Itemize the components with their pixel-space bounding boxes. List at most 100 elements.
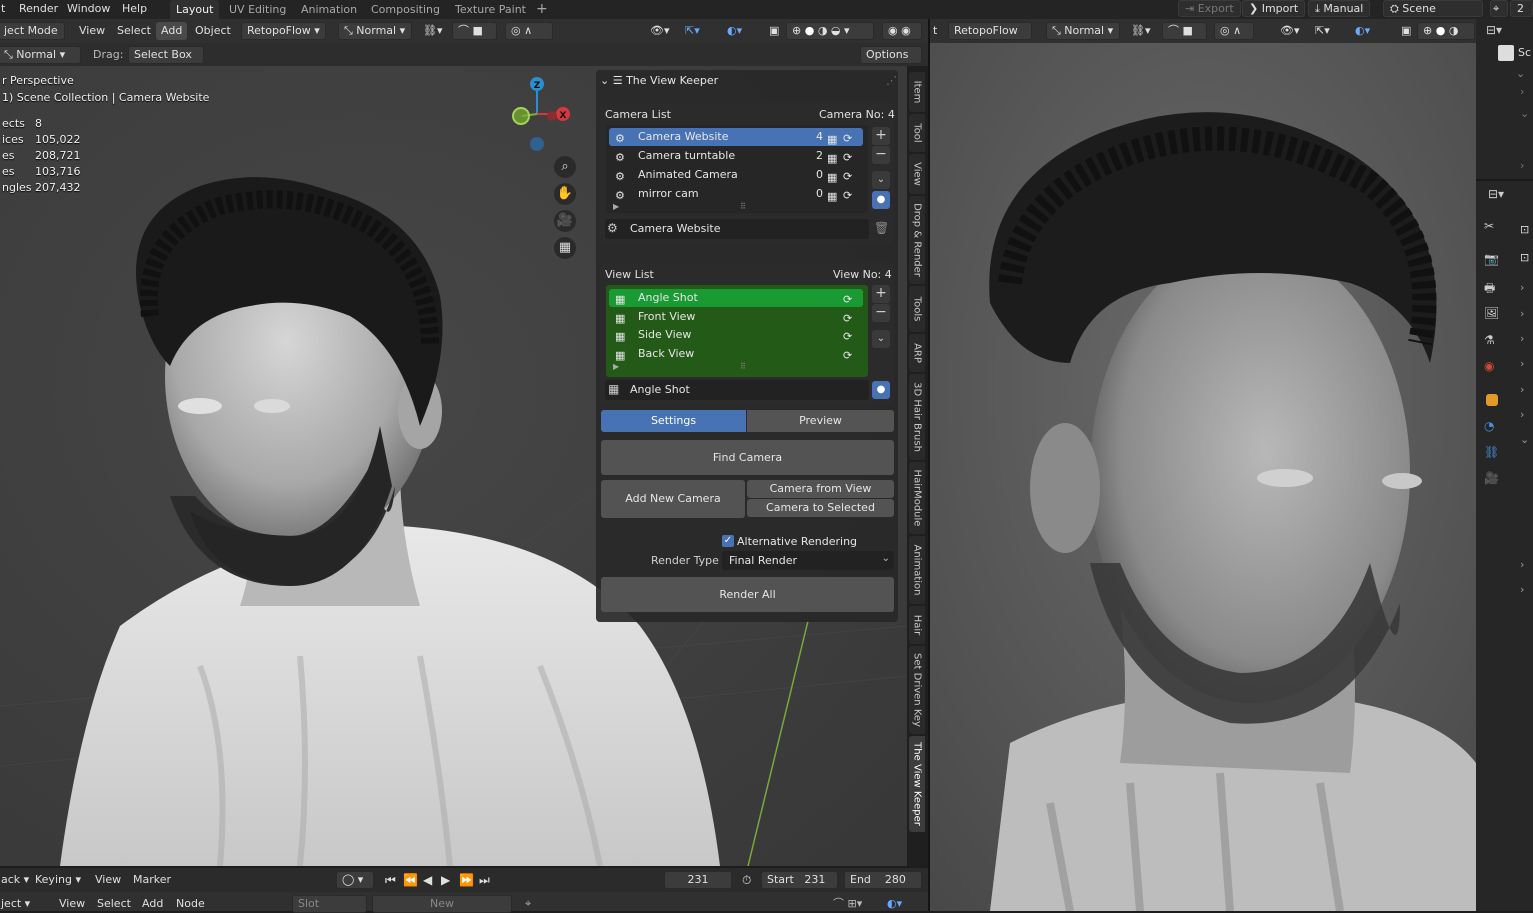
list-item[interactable]: ⚙ Camera Website 4 ▦ ⟳ <box>609 128 863 146</box>
menu-render[interactable]: Render <box>19 0 58 19</box>
mode-selector[interactable]: ject Mode ▾ <box>0 22 65 53</box>
camera-from-view-button[interactable]: Camera from View <box>747 480 894 498</box>
pin-icon[interactable]: ⌖ <box>1490 0 1508 17</box>
menu-item-partial[interactable]: t <box>1 0 5 19</box>
panel-toggle-icon[interactable]: ⊡ <box>1520 251 1529 264</box>
physics-properties-icon[interactable]: ◔ <box>1484 419 1500 435</box>
scroll-chevron-icon[interactable]: › <box>1520 159 1524 172</box>
xray-icon[interactable]: ▣ <box>764 22 784 40</box>
list-expand-arrow-icon[interactable]: ▶ <box>613 362 619 371</box>
camera-active-toggle[interactable]: ● <box>872 191 890 209</box>
remove-view-minus-button[interactable]: − <box>872 304 890 322</box>
play-icon[interactable]: ▶ <box>436 871 455 889</box>
shading-modes[interactable]: ⊕ ● ◑ ◒ ▾ <box>786 22 874 40</box>
overlay-node-icon[interactable]: ◐▾ <box>882 895 907 913</box>
right-visibility-icon[interactable]: 👁▾ <box>1275 22 1305 40</box>
view-active-toggle[interactable]: ● <box>872 381 890 399</box>
tab-hair[interactable]: Hair <box>909 606 925 644</box>
tab-arp[interactable]: ARP <box>909 334 925 372</box>
keying-menu[interactable]: Keying ▾ <box>30 871 86 889</box>
right-retopoflow-menu[interactable]: RetopoFlow ▾ <box>948 22 1032 53</box>
node-view-menu[interactable]: View <box>54 895 90 913</box>
right-snap-icon[interactable]: ⌒ ■ ▾ <box>1162 22 1207 53</box>
perspective-grid-icon[interactable]: ▦ <box>554 237 576 259</box>
export-button[interactable]: ⇥ Export <box>1178 0 1241 17</box>
scene-properties-icon[interactable]: ⚗ <box>1484 333 1500 349</box>
right-proportional-icon[interactable]: ◎ ∧ <box>1214 22 1254 40</box>
new-material-button[interactable]: New <box>372 895 512 913</box>
tab-tool[interactable]: Tool <box>909 114 925 152</box>
jump-end-icon[interactable]: ⏭ <box>474 871 495 889</box>
panel-chevron-icon[interactable]: › <box>1520 307 1524 320</box>
play-reverse-icon[interactable]: ◀ <box>418 871 437 889</box>
camera-view-icon[interactable]: 🎥 <box>554 210 576 232</box>
tab-texture-paint[interactable]: Texture Paint <box>449 0 532 19</box>
trash-icon[interactable]: 🗑 <box>874 221 889 235</box>
right-orientation-selector[interactable]: ⤡ Normal ▾ <box>1046 22 1120 40</box>
list-resize-handle[interactable]: ⠿ <box>740 202 746 211</box>
list-item[interactable]: ▦ Back View ⟳ <box>609 345 863 363</box>
editor-type-icon[interactable]: ⊟▾ <box>1486 23 1516 39</box>
tab-drop-render[interactable]: Drop & Render <box>909 196 925 284</box>
panel-toggle-icon[interactable]: ⊡ <box>1520 223 1529 236</box>
world-properties-icon[interactable]: ◉ <box>1484 359 1500 375</box>
clock-icon[interactable]: ⏱ <box>737 871 756 889</box>
zoom-icon[interactable]: ⌕ <box>554 156 576 178</box>
node-menu[interactable]: Node <box>171 895 210 913</box>
node-select-menu[interactable]: Select <box>92 895 136 913</box>
tab-the-view-keeper[interactable]: The View Keeper <box>909 736 925 832</box>
current-frame-field[interactable]: 231 <box>664 871 732 889</box>
panel-chevron-icon[interactable]: › <box>1520 383 1524 396</box>
render-preview-viewport[interactable] <box>930 43 1476 911</box>
camera-name-field[interactable]: ⚙ Camera Website <box>605 219 869 239</box>
end-frame-field[interactable]: End 280 <box>844 871 922 889</box>
panel-chevron-icon[interactable]: › <box>1520 281 1524 294</box>
panel-chevron-icon[interactable]: › <box>1520 408 1524 421</box>
camera-to-selected-button[interactable]: Camera to Selected <box>747 499 894 517</box>
start-frame-field[interactable]: Start 231 <box>761 871 838 889</box>
tab-set-driven-key[interactable]: Set Driven Key <box>909 646 925 734</box>
render-all-button[interactable]: Render All <box>601 577 894 612</box>
panel-chevron-icon[interactable]: › <box>1520 332 1524 345</box>
scroll-chevron-icon[interactable]: › <box>1520 85 1524 98</box>
snap-icon[interactable]: ⌒ ■ ▾ <box>452 22 497 53</box>
tab-uv-editing[interactable]: UV Editing <box>223 0 292 19</box>
view-layer-number[interactable]: 2 <box>1510 0 1533 17</box>
alt-rendering-checkbox[interactable]: ✓ <box>722 535 734 547</box>
add-camera-plus-button[interactable]: + <box>872 127 890 145</box>
tab-hairmodule[interactable]: HairModule <box>909 462 925 534</box>
import-button[interactable]: ❯ Import <box>1242 0 1306 17</box>
manual-button[interactable]: ⤓ Manual <box>1308 0 1371 17</box>
sync-icon[interactable]: ⟳ <box>843 149 857 164</box>
panel-chevron-icon[interactable]: ⌄ <box>1520 433 1529 446</box>
node-add-menu[interactable]: Add <box>137 895 168 913</box>
outliner-icon[interactable] <box>1498 45 1514 61</box>
gizmo-toggle-icon[interactable]: ⇱▾ <box>680 22 705 40</box>
add-view-plus-button[interactable]: + <box>872 285 890 303</box>
list-item[interactable]: ▦ Front View ⟳ <box>609 308 863 326</box>
sync-icon[interactable]: ⟳ <box>843 187 857 202</box>
add-new-camera-button[interactable]: Add New Camera <box>601 480 745 518</box>
tab-3d-hair-brush[interactable]: 3D Hair Brush <box>909 374 925 460</box>
view-list-menu-chevron-icon[interactable]: ⌄ <box>872 330 890 348</box>
panel-header[interactable]: ⌄ ☰ The View Keeper <box>600 74 718 87</box>
list-item[interactable]: ⚙ mirror cam 0 ▦ ⟳ <box>609 185 863 203</box>
panel-drag-handle[interactable]: ⋰ <box>886 74 897 87</box>
tab-layout[interactable]: Layout <box>170 0 220 19</box>
output-properties-icon[interactable]: 🖶 <box>1484 279 1500 295</box>
view-layer-icon[interactable]: 🖼 <box>1484 306 1500 322</box>
sync-icon[interactable]: ⟳ <box>843 291 857 306</box>
tab-preview[interactable]: Preview <box>747 410 894 432</box>
render-type-select[interactable]: Final Render ⌄ <box>722 551 894 570</box>
transform-orientation[interactable]: ⤡ Normal ▾ <box>0 46 81 64</box>
record-toggle-icon[interactable]: ◯ ▾ <box>336 871 374 889</box>
tab-animation[interactable]: Animation <box>295 0 363 19</box>
sync-icon[interactable]: ⟳ <box>843 347 857 362</box>
panel-chevron-icon[interactable]: › <box>1520 558 1524 571</box>
find-camera-button[interactable]: Find Camera <box>601 440 894 475</box>
sync-icon[interactable]: ⟳ <box>843 310 857 325</box>
timeline-view-menu[interactable]: View <box>90 871 126 889</box>
scroll-chevron-icon[interactable]: ⌄ <box>1520 107 1529 120</box>
right-gizmo-icon[interactable]: ⇱▾ <box>1310 22 1335 40</box>
list-item[interactable]: ⚙ Animated Camera 0 ▦ ⟳ <box>609 166 863 184</box>
